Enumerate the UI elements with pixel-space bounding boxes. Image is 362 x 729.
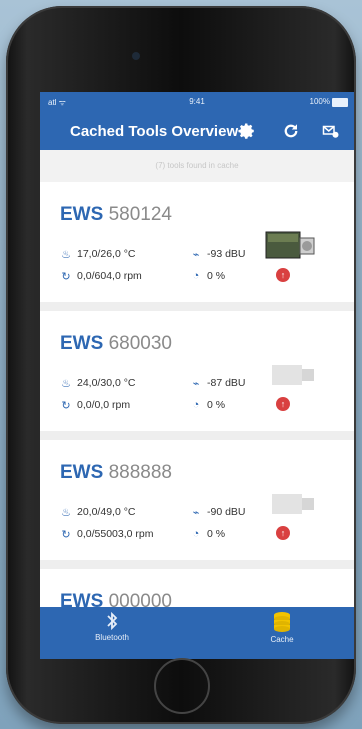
tool-name: EWS 680030 [60, 333, 172, 354]
rpm-metric: ↻ 0,0/0,0 rpm [61, 399, 131, 412]
percent-metric: ◔ 0 % [190, 528, 225, 540]
rss-signal-icon: ⌁ [192, 377, 200, 390]
tool-device-icon [272, 365, 314, 385]
gauge-icon: ◔ [192, 270, 200, 282]
warning-icon[interactable]: ↑ [276, 526, 290, 540]
temperature-metric: ♨ 17,0/26,0 °C [61, 248, 136, 261]
warning-icon[interactable]: ↑ [276, 268, 290, 282]
rotation-icon: ↻ [61, 528, 71, 541]
temperature-metric: ♨ 20,0/49,0 °C [61, 506, 136, 519]
tab-bar: Bluetooth Cache [40, 607, 354, 659]
temperature-metric: ♨ 24,0/30,0 °C [61, 377, 136, 390]
app-screen: atl ᯤ 9:41 100% Cached Tools Overview (7… [40, 92, 354, 659]
separator [40, 302, 354, 311]
database-icon [274, 612, 290, 632]
status-bar: atl ᯤ 9:41 100% [40, 92, 354, 112]
tool-name: EWS 580124 [60, 204, 172, 225]
tab-bluetooth-label: Bluetooth [95, 633, 129, 642]
percent-metric: ◔ 0 % [190, 270, 225, 282]
tab-cache[interactable]: Cache [222, 611, 342, 644]
settings-gear-icon[interactable] [236, 120, 258, 142]
tool-device-icon [265, 231, 315, 259]
thermometer-icon: ♨ [61, 506, 71, 519]
tool-card[interactable]: EWS 888888 ♨ 20,0/49,0 °C ⌁ -90 dBU ↻ 0,0/5… [40, 440, 354, 560]
tool-device-icon [272, 494, 314, 514]
rotation-icon: ↻ [61, 399, 71, 412]
thermometer-icon: ♨ [61, 377, 71, 390]
gauge-icon: ◔ [192, 528, 200, 540]
tool-name: EWS 888888 [60, 462, 172, 483]
front-camera [132, 52, 140, 60]
tab-cache-label: Cache [270, 635, 294, 644]
tab-bluetooth[interactable]: Bluetooth [52, 611, 172, 642]
rotation-icon: ↻ [61, 270, 71, 283]
rss-signal-icon: ⌁ [192, 506, 200, 519]
battery-icon [332, 98, 348, 107]
phone-frame: atl ᯤ 9:41 100% Cached Tools Overview (7… [6, 6, 356, 724]
refresh-icon[interactable] [280, 120, 302, 142]
thermometer-icon: ♨ [61, 248, 71, 261]
signal-metric: ⌁ -87 dBU [190, 377, 246, 390]
separator [40, 560, 354, 569]
separator [40, 431, 354, 440]
rss-signal-icon: ⌁ [192, 248, 200, 261]
battery-percent: 100% [309, 97, 330, 106]
signal-metric: ⌁ -90 dBU [190, 506, 246, 519]
percent-metric: ◔ 0 % [190, 399, 225, 411]
cache-count-label: (7) tools found in cache [40, 150, 354, 182]
mail-settings-icon[interactable] [320, 120, 342, 142]
tool-card[interactable]: EWS 580124 ♨ 17,0/26,0 °C ⌁ -93 dBU ↻ 0,0/6… [40, 182, 354, 302]
bluetooth-icon [107, 611, 118, 631]
navigation-bar: Cached Tools Overview [40, 112, 354, 150]
rpm-metric: ↻ 0,0/55003,0 rpm [61, 528, 154, 541]
warning-icon[interactable]: ↑ [276, 397, 290, 411]
signal-metric: ⌁ -93 dBU [190, 248, 246, 261]
tool-card[interactable]: EWS 680030 ♨ 24,0/30,0 °C ⌁ -87 dBU ↻ 0,0/0… [40, 311, 354, 431]
status-time: 9:41 [189, 97, 205, 106]
home-button[interactable] [154, 658, 210, 714]
gauge-icon: ◔ [192, 399, 200, 411]
rpm-metric: ↻ 0,0/604,0 rpm [61, 270, 142, 283]
page-title: Cached Tools Overview [70, 123, 239, 140]
